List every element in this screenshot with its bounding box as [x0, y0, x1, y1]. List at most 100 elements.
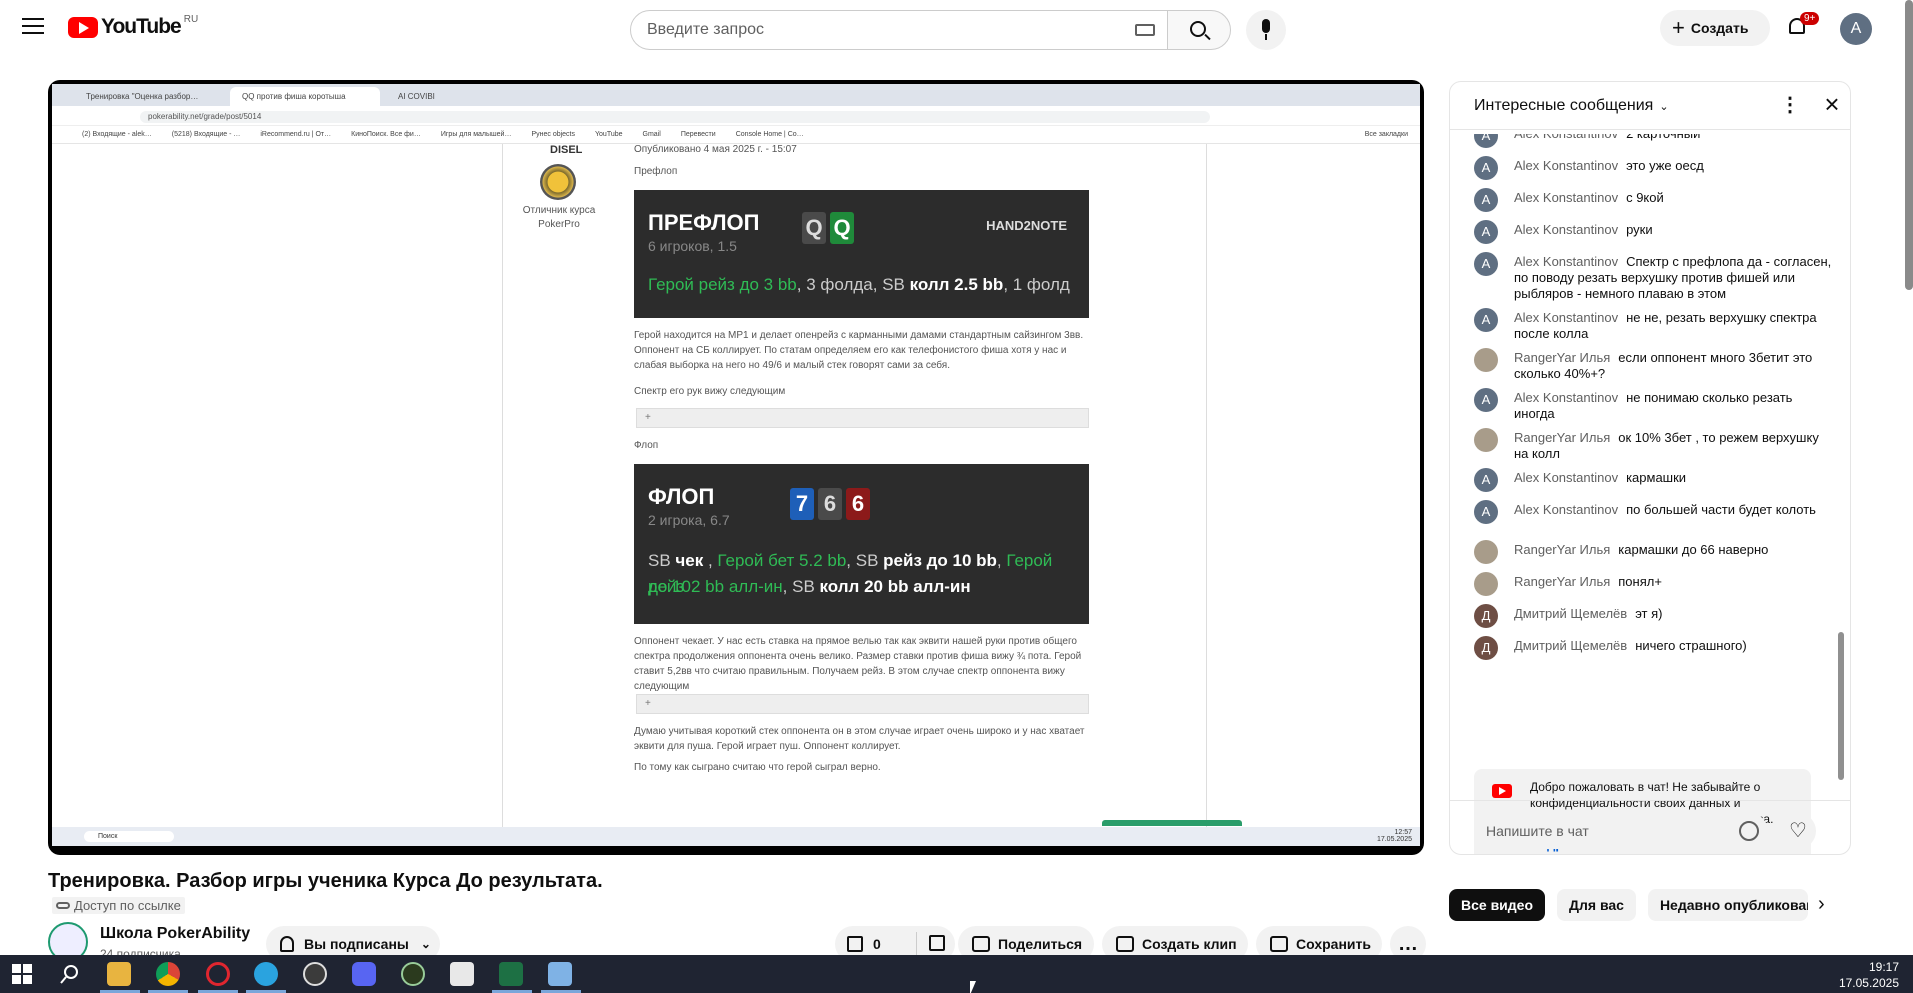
- message-author[interactable]: Alex Konstantinov: [1514, 158, 1618, 173]
- chat-input[interactable]: Напишите в чат: [1474, 813, 1768, 849]
- chat-message[interactable]: Д Дмитрий Щемелёв ничего страшного): [1474, 636, 1834, 660]
- action-segment: колл 2.5 bb: [909, 275, 1004, 294]
- chat-message[interactable]: RangerYar Илья кармашки до 66 наверно: [1474, 540, 1834, 564]
- keyboard-icon[interactable]: [1135, 24, 1155, 36]
- message-body: Дмитрий Щемелёв эт я): [1514, 606, 1834, 622]
- obs-icon[interactable]: [303, 962, 327, 986]
- chat-message[interactable]: A Alex Konstantinov по большей части будет…: [1474, 500, 1834, 524]
- chat-message[interactable]: A Alex Konstantinov Спектр с префлопа да -…: [1474, 252, 1834, 302]
- author-avatar: A: [1474, 156, 1498, 180]
- clip-label: Создать клип: [1142, 936, 1237, 952]
- message-author[interactable]: RangerYar Илья: [1514, 574, 1610, 589]
- close-icon[interactable]: ×: [1820, 91, 1844, 117]
- range-spoiler: +: [636, 408, 1089, 428]
- message-author[interactable]: Дмитрий Щемелёв: [1514, 606, 1627, 621]
- chat-scrollbar[interactable]: [1838, 632, 1844, 780]
- flop-title: ФЛОП: [648, 484, 715, 509]
- message-author[interactable]: Alex Konstantinov: [1514, 470, 1618, 485]
- message-text: эт я): [1635, 606, 1663, 621]
- dislike-button[interactable]: [917, 934, 955, 954]
- message-author[interactable]: Дмитрий Щемелёв: [1514, 638, 1627, 653]
- app-icon[interactable]: [401, 962, 425, 986]
- recorded-windows-taskbar: Поиск 12:57 17.05.2025: [52, 827, 1420, 846]
- channel-name[interactable]: Школа PokerAbility: [100, 925, 250, 943]
- discord-icon[interactable]: [352, 962, 376, 986]
- taskbar-search-icon[interactable]: [58, 962, 82, 986]
- bookmark: iRecommend.ru | От…: [260, 131, 332, 138]
- message-body: Alex Konstantinov это уже оесд: [1514, 158, 1834, 174]
- window-app-icon[interactable]: [450, 962, 474, 986]
- action-segment: бет 5.2 bb: [763, 551, 847, 570]
- analysis-paragraph: Думаю учитывая короткий стек оппонента о…: [634, 726, 1085, 752]
- analysis-paragraph: По тому как сыграно считаю что герой сыг…: [634, 762, 881, 773]
- page-scrollbar[interactable]: [1905, 0, 1913, 290]
- chat-message[interactable]: A Alex Konstantinov 2 карточный: [1474, 134, 1834, 148]
- bookmark: (2) Входящие - alek…: [82, 131, 152, 138]
- message-author[interactable]: Alex Konstantinov: [1514, 254, 1618, 269]
- account-avatar[interactable]: A: [1840, 13, 1872, 45]
- windows-start-icon[interactable]: [10, 962, 34, 986]
- like-button[interactable]: 0: [835, 932, 917, 956]
- message-author[interactable]: Alex Konstantinov: [1514, 222, 1618, 237]
- thumbs-up-icon: [847, 936, 863, 952]
- bookmark: Все закладки: [1364, 131, 1408, 138]
- message-author[interactable]: Alex Konstantinov: [1514, 390, 1618, 405]
- chat-message[interactable]: RangerYar Илья ок 10% 3бет , то режем вер…: [1474, 428, 1834, 462]
- preflop-banner: ПРЕФЛОП 6 игроков, 1.5 Q Q HAND2NOTE Гер…: [634, 190, 1089, 318]
- chat-message[interactable]: A Alex Konstantinov с 9кой: [1474, 188, 1834, 212]
- system-clock[interactable]: 19:17 17.05.2025: [1839, 959, 1899, 991]
- recorded-buttons: [1102, 820, 1242, 826]
- chat-message[interactable]: A Alex Konstantinov это уже оесд: [1474, 156, 1834, 180]
- author-avatar: [1474, 348, 1498, 372]
- chevron-down-icon: ⌄: [1659, 101, 1669, 113]
- chat-mode-selector[interactable]: Интересные сообщения ⌄: [1474, 97, 1669, 115]
- voice-search-icon[interactable]: [1246, 10, 1286, 50]
- chat-message[interactable]: A Alex Konstantinov руки: [1474, 220, 1834, 244]
- telegram-icon[interactable]: [254, 962, 278, 986]
- share-icon: [972, 936, 990, 952]
- message-author[interactable]: RangerYar Илья: [1514, 542, 1610, 557]
- search-button[interactable]: [1167, 10, 1231, 50]
- chat-message[interactable]: Д Дмитрий Щемелёв эт я): [1474, 604, 1834, 628]
- message-author[interactable]: Alex Konstantinov: [1514, 502, 1618, 517]
- chat-message[interactable]: A Alex Konstantinov не не, резать верхушку…: [1474, 308, 1834, 342]
- recorded-tab: AI COVIBI: [398, 92, 435, 101]
- range-spoiler: +: [636, 694, 1089, 714]
- excel-icon[interactable]: [499, 962, 523, 986]
- opera-icon[interactable]: [206, 962, 230, 986]
- message-author[interactable]: Alex Konstantinov: [1514, 190, 1618, 205]
- chip-all-videos[interactable]: Все видео: [1449, 889, 1546, 921]
- chat-message[interactable]: RangerYar Илья понял+: [1474, 572, 1834, 596]
- search-input[interactable]: Введите запрос: [630, 10, 1168, 50]
- author-avatar: Д: [1474, 636, 1498, 660]
- heart-icon[interactable]: ♡: [1780, 813, 1816, 849]
- create-button[interactable]: + Создать: [1660, 10, 1770, 46]
- more-vert-icon[interactable]: ⋮: [1780, 94, 1800, 118]
- notes-icon[interactable]: [548, 962, 572, 986]
- menu-icon[interactable]: [22, 18, 44, 36]
- chrome-icon[interactable]: [156, 962, 180, 986]
- message-author[interactable]: RangerYar Илья: [1514, 430, 1610, 445]
- recorded-time: 12:57: [1394, 829, 1412, 836]
- youtube-logo[interactable]: YouTube RU: [68, 14, 198, 39]
- emoji-icon[interactable]: [1739, 821, 1759, 841]
- chat-message[interactable]: A Alex Konstantinov кармашки: [1474, 468, 1834, 492]
- chat-message[interactable]: A Alex Konstantinov не понимаю сколько рез…: [1474, 388, 1834, 422]
- notifications-icon[interactable]: 9+: [1786, 12, 1820, 38]
- analysis-paragraph: Спектр его рук вижу следующим: [634, 386, 786, 397]
- chevron-right-icon[interactable]: ›: [1818, 893, 1825, 916]
- message-body: Alex Konstantinov Спектр с префлопа да - …: [1514, 254, 1834, 302]
- hand2note-logo: HAND2NOTE: [986, 218, 1067, 233]
- chip-for-you[interactable]: Для вас: [1557, 889, 1636, 921]
- youtube-play-icon: [68, 16, 98, 38]
- chat-message[interactable]: RangerYar Илья если оппонент много 3бетит…: [1474, 348, 1834, 382]
- action-segment: SB: [648, 551, 676, 570]
- video-player[interactable]: Тренировка "Оценка разбор… QQ против фиш…: [48, 80, 1424, 855]
- file-explorer-icon[interactable]: [107, 962, 131, 986]
- action-segment: , SB: [846, 551, 884, 570]
- bookmark: (5218) Входящие - …: [171, 131, 241, 138]
- message-author[interactable]: RangerYar Илья: [1514, 350, 1610, 365]
- message-author[interactable]: Alex Konstantinov: [1514, 310, 1618, 325]
- message-author[interactable]: Alex Konstantinov: [1514, 134, 1618, 141]
- chip-recent[interactable]: Недавно опубликованные: [1647, 889, 1808, 921]
